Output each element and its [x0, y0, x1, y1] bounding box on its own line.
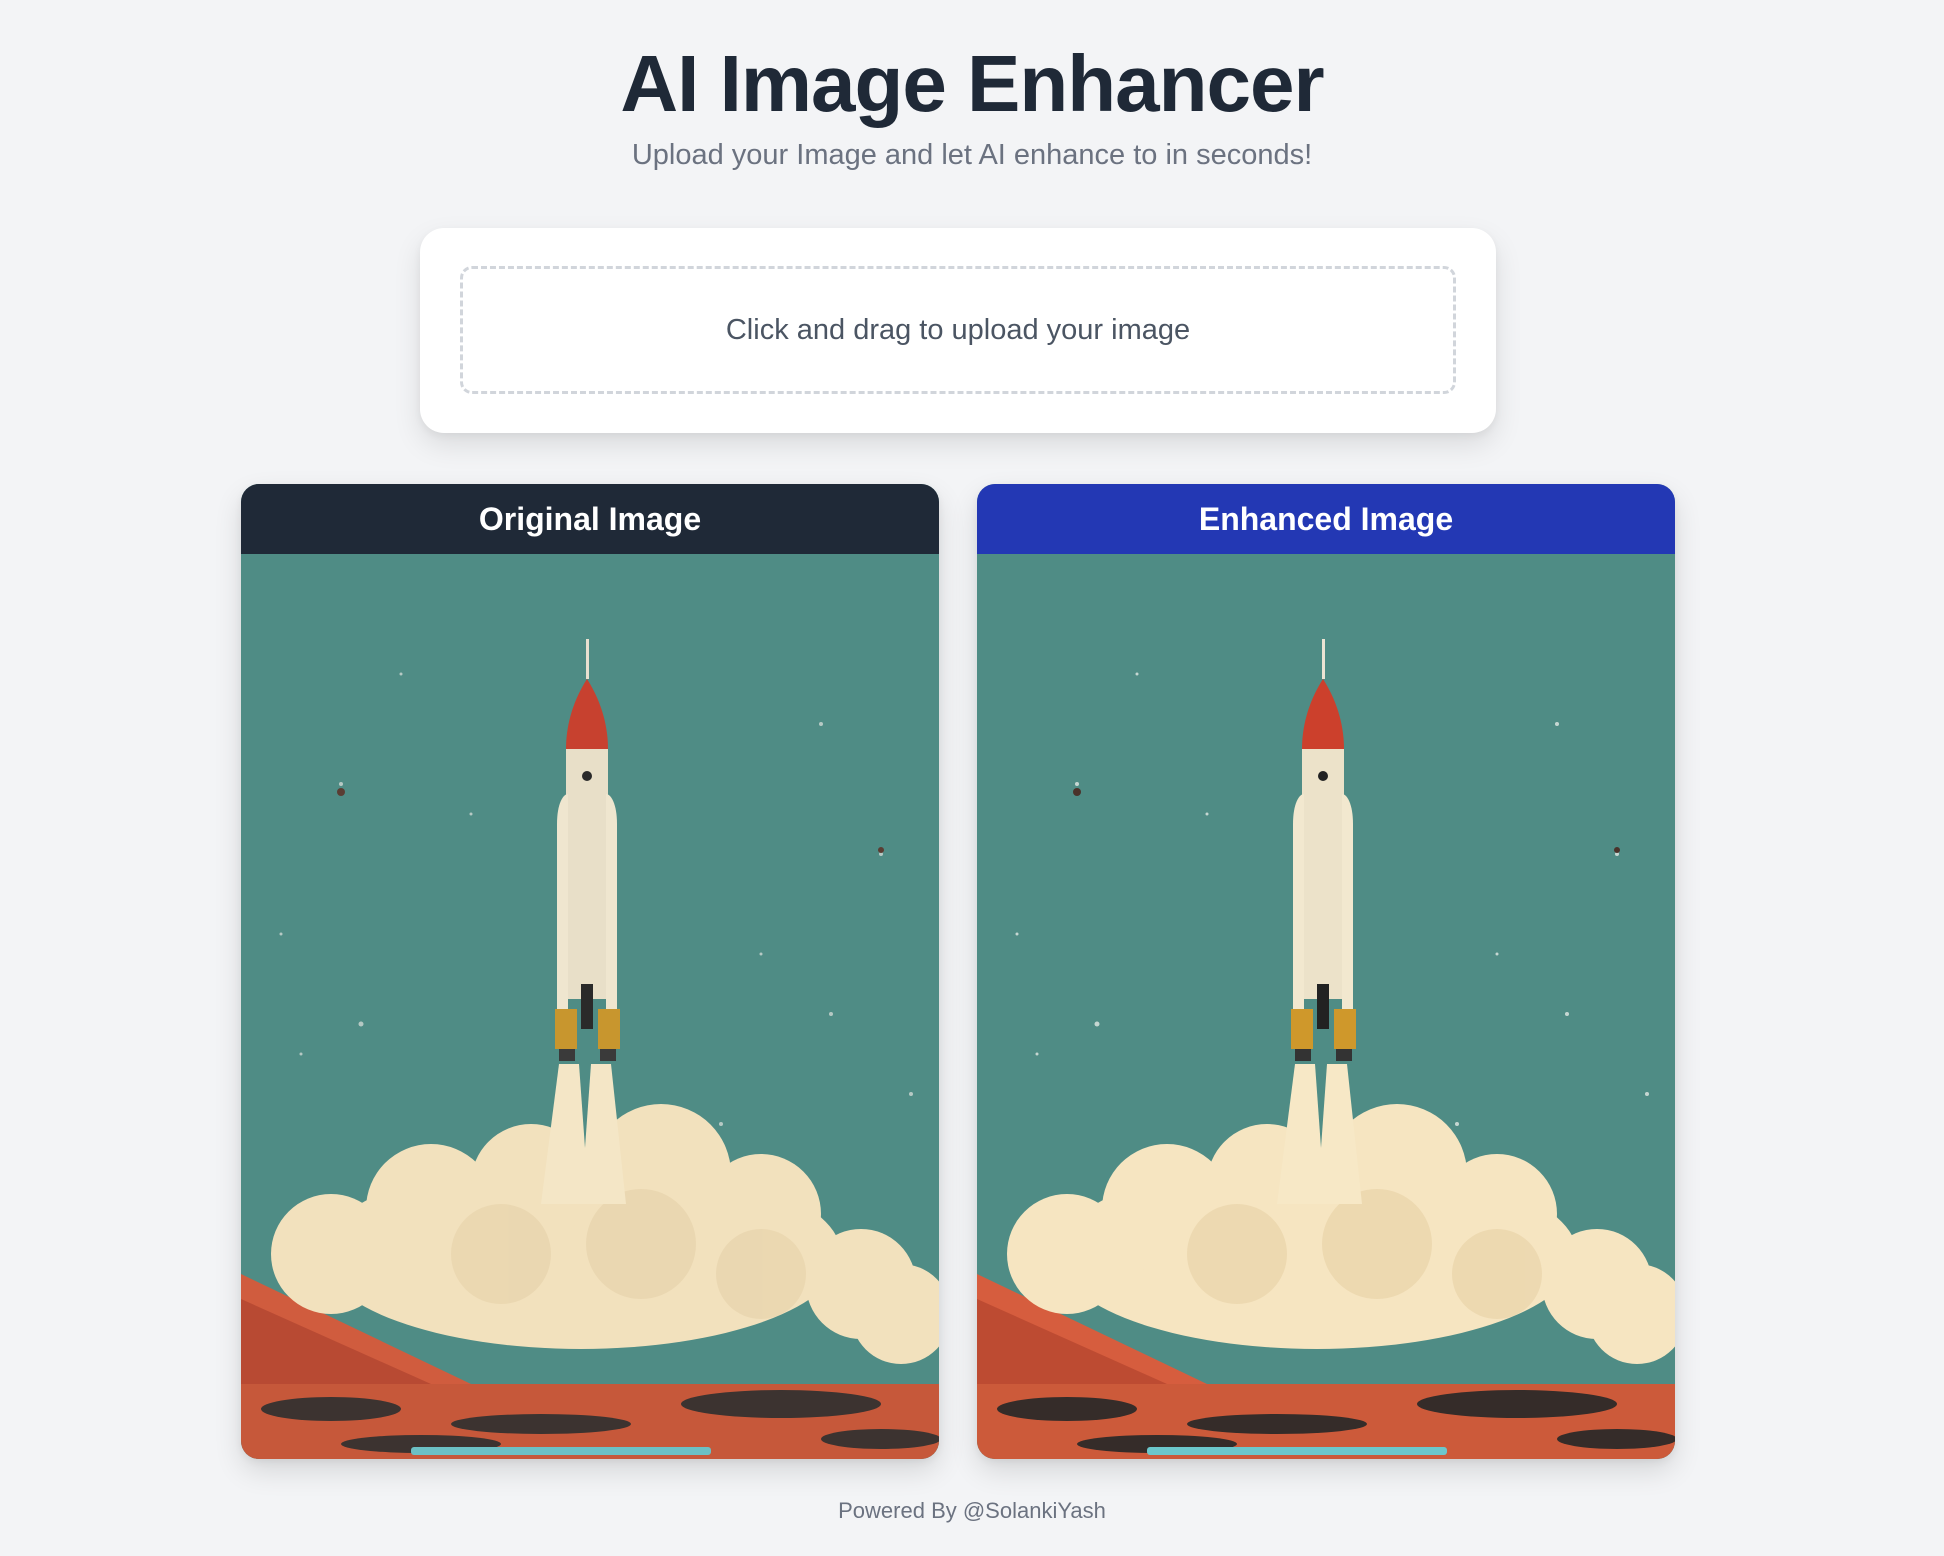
original-image	[241, 554, 939, 1459]
upload-dropzone[interactable]: Click and drag to upload your image	[460, 266, 1456, 394]
original-image-panel: Original Image	[241, 484, 939, 1459]
enhanced-image-header: Enhanced Image	[977, 484, 1675, 554]
footer: Powered By @SolankiYash	[0, 1498, 1944, 1524]
enhanced-image-title: Enhanced Image	[1198, 500, 1454, 537]
rocket-image-enhanced	[977, 554, 1675, 1459]
original-image-title: Original Image	[478, 500, 702, 537]
enhanced-image-panel: Enhanced Image	[977, 484, 1675, 1459]
enhanced-image	[977, 554, 1675, 1459]
original-image-header: Original Image	[241, 484, 939, 554]
upload-card: Click and drag to upload your image	[420, 228, 1496, 433]
page-title: AI Image Enhancer	[620, 39, 1324, 128]
upload-prompt: Click and drag to upload your image	[725, 313, 1191, 346]
rocket-image-original	[241, 554, 939, 1459]
footer-credit: Powered By @SolankiYash	[838, 1498, 1106, 1523]
page-subtitle: Upload your Image and let AI enhance to …	[631, 139, 1313, 171]
